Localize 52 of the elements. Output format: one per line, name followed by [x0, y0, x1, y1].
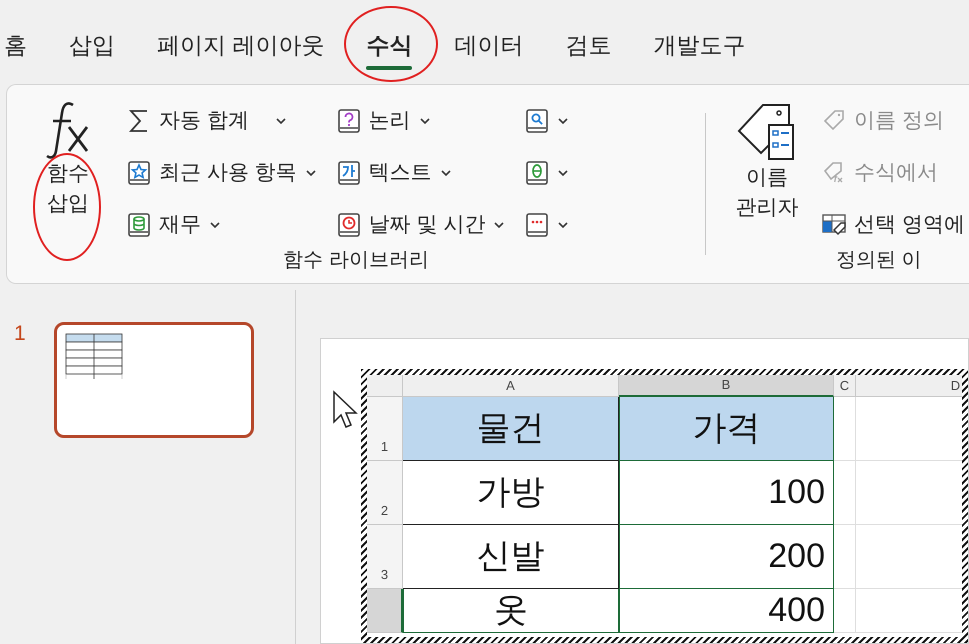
row-header[interactable]: 1: [367, 397, 403, 461]
group-label: 함수 라이브러리: [283, 248, 429, 273]
row-header[interactable]: 3: [367, 525, 403, 589]
table-cell: 신발: [403, 525, 619, 589]
button-label: 함수: [47, 161, 89, 187]
group-label: 정의된 이: [836, 248, 922, 273]
ribbon-button[interactable]: 선택 영역에: [822, 205, 965, 245]
ribbon-tab[interactable]: 데이터: [450, 20, 528, 70]
empty-cell: [834, 589, 856, 633]
ribbon-tab[interactable]: 삽입: [65, 20, 119, 70]
table-cell: 400: [619, 589, 834, 633]
slide-thumbnail[interactable]: [54, 322, 254, 438]
column-header[interactable]: B: [619, 375, 834, 397]
book-search-icon: [525, 108, 550, 134]
table-tag-icon: [822, 212, 846, 238]
ribbon-button[interactable]: 재무: [127, 205, 317, 245]
column-header[interactable]: C: [834, 375, 856, 397]
ribbon-tab[interactable]: 검토: [561, 20, 616, 70]
button-label: 삽입: [47, 191, 89, 217]
column-header[interactable]: D: [856, 375, 962, 397]
table-cell: 100: [619, 461, 834, 525]
ribbon-button[interactable]: 논리: [336, 101, 506, 141]
book-text-icon: [336, 160, 361, 186]
ribbon-tab[interactable]: 페이지 레이아웃: [153, 20, 328, 70]
table-cell: 옷: [403, 589, 619, 633]
ribbon-button[interactable]: 자동 합계: [127, 101, 317, 141]
insert-function-button[interactable]: 함수 삽입: [29, 95, 107, 219]
ribbon-tab[interactable]: 개발도구: [649, 20, 750, 70]
table-cell: 물건: [403, 397, 619, 461]
book-theta-icon: [525, 160, 550, 186]
mouse-pointer-icon: [332, 390, 358, 430]
empty-cell: [834, 525, 856, 589]
book-dots-icon: [525, 212, 550, 238]
column-header[interactable]: A: [403, 375, 619, 397]
name-manager-button[interactable]: 이름 관리자: [724, 97, 810, 223]
ribbon-button[interactable]: 최근 사용 항목: [127, 153, 317, 193]
ribbon-button[interactable]: 텍스트: [336, 153, 506, 193]
empty-cell: [834, 461, 856, 525]
ribbon-tab[interactable]: 수식: [362, 20, 416, 70]
table-cell: 200: [619, 525, 834, 589]
book-clock-icon: [336, 212, 361, 238]
table-cell: 가방: [403, 461, 619, 525]
slide-number: 1: [14, 322, 26, 347]
row-header[interactable]: [367, 589, 403, 633]
button-label: 관리자: [736, 195, 798, 221]
ribbon-button[interactable]: 날짜 및 시간: [336, 205, 506, 245]
table-cell: 가격: [619, 397, 834, 461]
row-header[interactable]: 2: [367, 461, 403, 525]
book-question-icon: [336, 108, 361, 134]
ribbon-tab[interactable]: 홈: [0, 20, 31, 70]
book-database-icon: [127, 212, 151, 238]
button-label: 이름: [746, 165, 788, 191]
